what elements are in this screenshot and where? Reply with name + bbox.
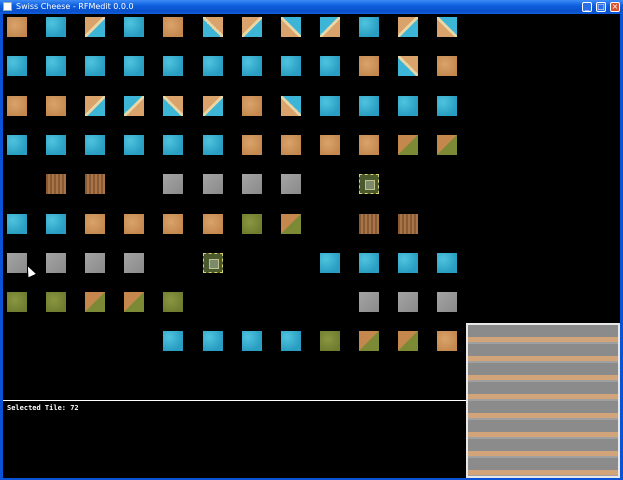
palette-tile[interactable] — [85, 174, 105, 194]
palette-tile[interactable] — [359, 214, 379, 234]
palette-tile[interactable] — [7, 17, 27, 37]
palette-tile[interactable] — [46, 17, 66, 37]
palette-tile[interactable] — [85, 96, 105, 116]
editor-window: Swiss Cheese - RFMedit 0.0.0 _ □ × Selec… — [0, 0, 623, 480]
palette-tile[interactable] — [437, 292, 457, 312]
palette-tile[interactable] — [124, 56, 144, 76]
palette-tile[interactable] — [203, 174, 223, 194]
palette-tile[interactable] — [320, 96, 340, 116]
palette-tile[interactable] — [359, 17, 379, 37]
palette-tile[interactable] — [163, 174, 183, 194]
tile-preview — [466, 323, 620, 478]
palette-tile[interactable] — [281, 17, 301, 37]
palette-tile[interactable] — [7, 135, 27, 155]
palette-tile[interactable] — [242, 331, 262, 351]
palette-tile[interactable] — [281, 331, 301, 351]
palette-tile[interactable] — [124, 214, 144, 234]
palette-tile[interactable] — [398, 17, 418, 37]
palette-tile[interactable] — [437, 17, 457, 37]
palette-tile[interactable] — [359, 331, 379, 351]
palette-tile[interactable] — [7, 56, 27, 76]
palette-tile[interactable] — [7, 253, 27, 273]
palette-tile[interactable] — [163, 56, 183, 76]
palette-tile[interactable] — [46, 56, 66, 76]
palette-tile[interactable] — [437, 96, 457, 116]
palette-tile[interactable] — [124, 253, 144, 273]
palette-tile[interactable] — [359, 96, 379, 116]
palette-tile[interactable] — [7, 214, 27, 234]
palette-tile[interactable] — [398, 292, 418, 312]
palette-tile[interactable] — [281, 174, 301, 194]
palette-tile[interactable] — [163, 292, 183, 312]
palette-tile[interactable] — [437, 331, 457, 351]
palette-tile[interactable] — [281, 56, 301, 76]
palette-tile[interactable] — [163, 214, 183, 234]
palette-tile[interactable] — [203, 331, 223, 351]
palette-tile[interactable] — [203, 56, 223, 76]
palette-tile[interactable] — [46, 174, 66, 194]
palette-tile[interactable] — [359, 253, 379, 273]
palette-tile[interactable] — [163, 96, 183, 116]
palette-tile[interactable] — [46, 292, 66, 312]
palette-tile[interactable] — [242, 174, 262, 194]
palette-tile[interactable] — [359, 174, 379, 194]
palette-tile[interactable] — [7, 292, 27, 312]
palette-tile[interactable] — [320, 331, 340, 351]
selected-tile-status: Selected Tile: 72 — [7, 404, 79, 412]
palette-tile[interactable] — [320, 135, 340, 155]
palette-tile[interactable] — [320, 17, 340, 37]
palette-tile[interactable] — [203, 253, 223, 273]
palette-tile[interactable] — [242, 17, 262, 37]
palette-tile[interactable] — [398, 56, 418, 76]
palette-tile[interactable] — [320, 253, 340, 273]
palette-tile[interactable] — [281, 214, 301, 234]
palette-tile[interactable] — [398, 253, 418, 273]
palette-tile[interactable] — [46, 214, 66, 234]
palette-tile[interactable] — [85, 135, 105, 155]
palette-tile[interactable] — [437, 135, 457, 155]
palette-tile[interactable] — [203, 135, 223, 155]
palette-tile[interactable] — [46, 253, 66, 273]
palette-tile[interactable] — [437, 56, 457, 76]
palette-tile[interactable] — [320, 56, 340, 76]
palette-tile[interactable] — [398, 214, 418, 234]
palette-tile[interactable] — [359, 135, 379, 155]
palette-tile[interactable] — [398, 331, 418, 351]
palette-tile[interactable] — [203, 96, 223, 116]
palette-tile[interactable] — [124, 17, 144, 37]
palette-tile[interactable] — [281, 96, 301, 116]
palette-tile[interactable] — [203, 214, 223, 234]
palette-tile[interactable] — [85, 17, 105, 37]
palette-tile[interactable] — [85, 56, 105, 76]
palette-tile[interactable] — [242, 135, 262, 155]
palette-tile[interactable] — [437, 253, 457, 273]
palette-tile[interactable] — [281, 135, 301, 155]
palette-tile[interactable] — [242, 96, 262, 116]
palette-tile[interactable] — [85, 253, 105, 273]
palette-tile[interactable] — [203, 17, 223, 37]
palette-tile[interactable] — [242, 56, 262, 76]
palette-tile[interactable] — [398, 96, 418, 116]
palette-tile[interactable] — [85, 292, 105, 312]
palette-tile[interactable] — [359, 56, 379, 76]
panel-divider — [3, 400, 466, 401]
palette-tile[interactable] — [163, 135, 183, 155]
palette-tile[interactable] — [163, 331, 183, 351]
palette-tile[interactable] — [124, 96, 144, 116]
palette-tile[interactable] — [85, 214, 105, 234]
palette-tile[interactable] — [46, 135, 66, 155]
palette-tile[interactable] — [359, 292, 379, 312]
palette-tile[interactable] — [46, 96, 66, 116]
palette-tile[interactable] — [242, 214, 262, 234]
palette-tile[interactable] — [124, 135, 144, 155]
palette-tile[interactable] — [7, 96, 27, 116]
palette-tile[interactable] — [163, 17, 183, 37]
palette-tile[interactable] — [398, 135, 418, 155]
palette-tile[interactable] — [124, 292, 144, 312]
